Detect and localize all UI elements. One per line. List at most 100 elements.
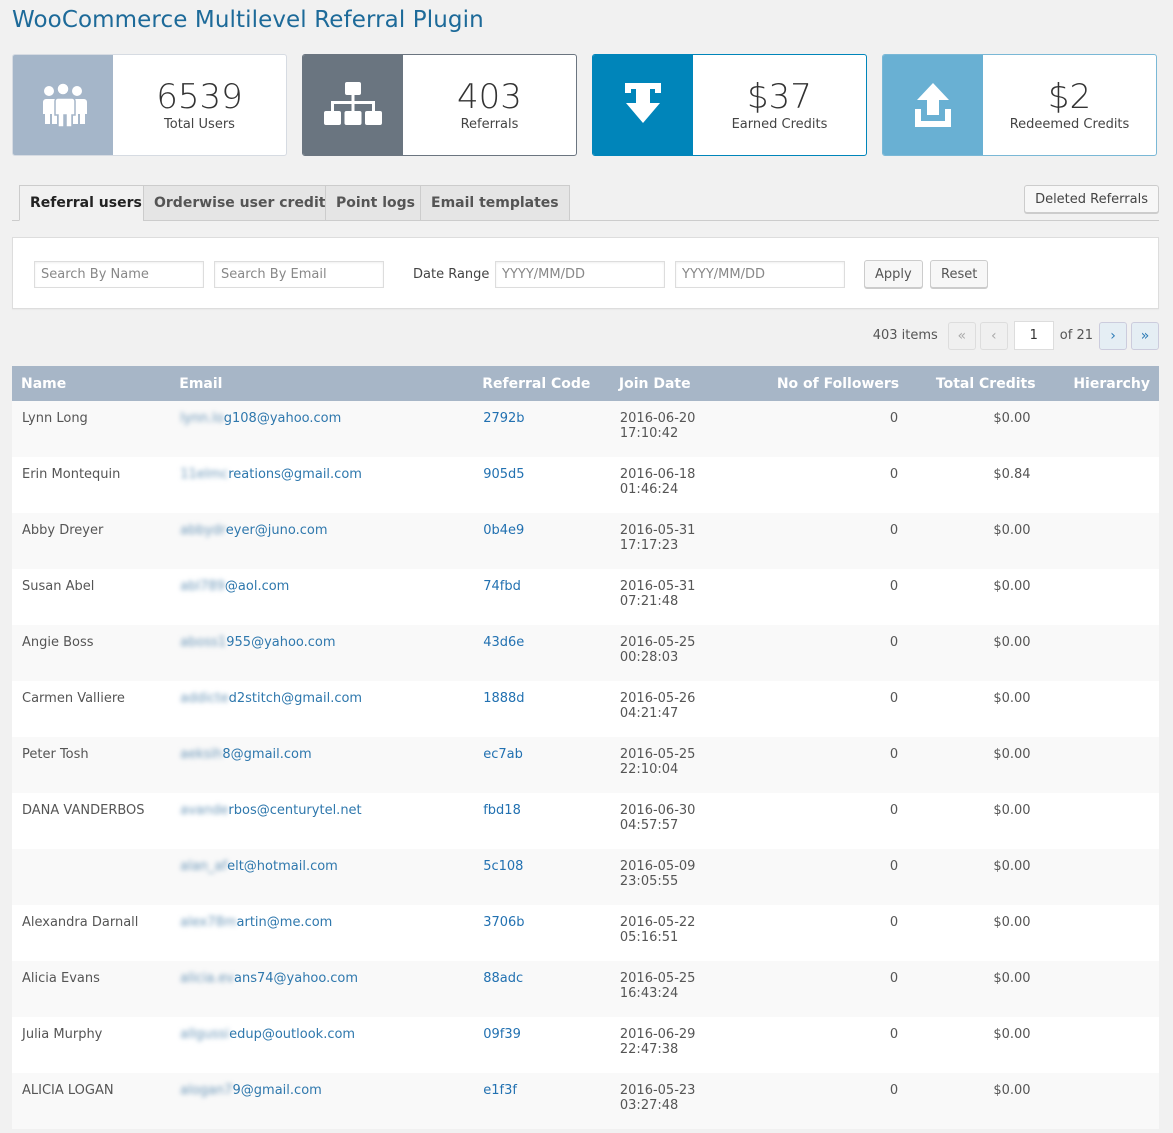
- email-link[interactable]: alan_afelt@hotmail.com: [180, 859, 338, 874]
- referral-code-link[interactable]: 88adc: [483, 971, 523, 986]
- cell-email[interactable]: alicia.evans74@yahoo.com: [170, 961, 474, 1017]
- column-header-email[interactable]: Email: [170, 366, 474, 401]
- email-link[interactable]: aeksih8@gmail.com: [180, 747, 311, 762]
- prev-page-button[interactable]: ‹: [979, 321, 1008, 350]
- cell-referral-code[interactable]: 1888d: [473, 681, 610, 737]
- cell-total-credits: $0.00: [908, 681, 1045, 737]
- cell-hierarchy: [1044, 1017, 1159, 1073]
- cell-name: DANA VANDERBOS: [12, 793, 171, 849]
- tab-referral-users[interactable]: Referral users: [19, 185, 153, 221]
- cell-referral-code[interactable]: 74fbd: [473, 569, 610, 625]
- cell-hierarchy: [1044, 961, 1159, 1017]
- column-header-referral-code[interactable]: Referral Code: [473, 366, 610, 401]
- tab-email-templates[interactable]: Email templates: [420, 185, 570, 221]
- apply-button[interactable]: Apply: [864, 260, 923, 288]
- stat-card-redeemed-credits: $2 Redeemed Credits: [882, 54, 1157, 156]
- current-page-input[interactable]: [1013, 321, 1054, 350]
- email-link[interactable]: avanderbos@centurytel.net: [180, 803, 361, 818]
- cell-email[interactable]: addicted2stitch@gmail.com: [170, 681, 474, 737]
- cell-join-date: 2016-05-22 05:16:51: [609, 905, 768, 961]
- referral-code-link[interactable]: 74fbd: [483, 579, 521, 594]
- deleted-referrals-button[interactable]: Deleted Referrals: [1024, 185, 1159, 213]
- cell-referral-code[interactable]: 5c108: [473, 849, 610, 905]
- cell-hierarchy: [1044, 513, 1159, 569]
- cell-referral-code[interactable]: 3706b: [473, 905, 610, 961]
- cell-referral-code[interactable]: 43d6e: [473, 625, 610, 681]
- referral-code-link[interactable]: 0b4e9: [483, 523, 524, 538]
- cell-email[interactable]: allgussiedup@outlook.com: [170, 1017, 474, 1073]
- date-to-input[interactable]: [675, 261, 845, 288]
- cell-email[interactable]: alogan79@gmail.com: [170, 1073, 474, 1129]
- table-row: Abby Dreyer abbydreyer@juno.com 0b4e9 2016-…: [12, 513, 1159, 569]
- cell-total-credits: $0.00: [908, 401, 1045, 457]
- email-link[interactable]: 11elmcreations@gmail.com: [180, 467, 362, 482]
- referral-code-link[interactable]: 2792b: [483, 411, 524, 426]
- email-link[interactable]: aboss1955@yahoo.com: [180, 635, 335, 650]
- cell-referral-code[interactable]: 0b4e9: [473, 513, 610, 569]
- email-link[interactable]: alicia.evans74@yahoo.com: [180, 971, 358, 986]
- cell-hierarchy: [1044, 569, 1159, 625]
- cell-join-date: 2016-05-09 23:05:55: [609, 849, 768, 905]
- next-page-button[interactable]: ›: [1099, 321, 1127, 350]
- referral-code-link[interactable]: 5c108: [483, 859, 523, 874]
- reset-button[interactable]: Reset: [930, 260, 989, 288]
- cell-join-date: 2016-06-20 17:10:42: [609, 401, 768, 457]
- cell-referral-code[interactable]: 905d5: [473, 457, 610, 513]
- email-link[interactable]: alogan79@gmail.com: [180, 1083, 322, 1098]
- cell-followers: 0: [767, 1017, 909, 1073]
- cell-hierarchy: [1044, 849, 1159, 905]
- email-link[interactable]: alex78martin@me.com: [180, 915, 332, 930]
- email-link[interactable]: addicted2stitch@gmail.com: [180, 691, 362, 706]
- referral-code-link[interactable]: 905d5: [483, 467, 524, 482]
- email-link[interactable]: abbydreyer@juno.com: [180, 523, 327, 538]
- cell-referral-code[interactable]: 09f39: [473, 1017, 610, 1073]
- cell-email[interactable]: aboss1955@yahoo.com: [170, 625, 474, 681]
- cell-email[interactable]: alan_afelt@hotmail.com: [170, 849, 474, 905]
- cell-referral-code[interactable]: 88adc: [473, 961, 610, 1017]
- last-page-button[interactable]: »: [1131, 321, 1159, 350]
- search-email-input[interactable]: [214, 261, 384, 288]
- table-row: Erin Montequin 11elmcreations@gmail.com 90…: [12, 457, 1159, 513]
- tab-point-logs[interactable]: Point logs: [325, 185, 426, 221]
- cell-email[interactable]: alex78martin@me.com: [170, 905, 474, 961]
- cell-email[interactable]: abbydreyer@juno.com: [170, 513, 474, 569]
- cell-name: Carmen Valliere: [12, 681, 171, 737]
- cell-referral-code[interactable]: fbd18: [473, 793, 610, 849]
- referral-code-link[interactable]: 09f39: [483, 1027, 521, 1042]
- first-page-button[interactable]: «: [947, 321, 976, 350]
- referral-code-link[interactable]: 1888d: [483, 691, 524, 706]
- email-link[interactable]: allgussiedup@outlook.com: [180, 1027, 355, 1042]
- cell-referral-code[interactable]: ec7ab: [473, 737, 610, 793]
- cell-email[interactable]: abl789@aol.com: [170, 569, 474, 625]
- cell-email[interactable]: lynn.log108@yahoo.com: [170, 401, 474, 457]
- cell-referral-code[interactable]: 2792b: [473, 401, 610, 457]
- column-header-name[interactable]: Name: [12, 366, 171, 401]
- tab-orderwise-user-credits[interactable]: Orderwise user credits: [143, 185, 345, 221]
- cell-total-credits: $0.00: [908, 513, 1045, 569]
- cell-email[interactable]: avanderbos@centurytel.net: [170, 793, 474, 849]
- email-link[interactable]: abl789@aol.com: [180, 579, 289, 594]
- cell-name: Abby Dreyer: [12, 513, 171, 569]
- email-visible-part: @aol.com: [224, 579, 290, 594]
- cell-name: [12, 849, 171, 905]
- column-header-followers[interactable]: No of Followers: [767, 366, 909, 401]
- referral-code-link[interactable]: fbd18: [483, 803, 521, 818]
- cell-email[interactable]: 11elmcreations@gmail.com: [170, 457, 474, 513]
- email-link[interactable]: lynn.log108@yahoo.com: [180, 411, 341, 426]
- cell-join-date: 2016-05-23 03:27:48: [609, 1073, 768, 1129]
- date-from-input[interactable]: [495, 261, 665, 288]
- cell-email[interactable]: aeksih8@gmail.com: [170, 737, 474, 793]
- column-header-total-credits[interactable]: Total Credits: [908, 366, 1045, 401]
- referral-code-link[interactable]: 3706b: [483, 915, 524, 930]
- cell-total-credits: $0.00: [908, 1073, 1045, 1129]
- search-name-input[interactable]: [34, 261, 204, 288]
- cell-referral-code[interactable]: e1f3f: [473, 1073, 610, 1129]
- column-header-join-date[interactable]: Join Date: [609, 366, 768, 401]
- referral-code-link[interactable]: e1f3f: [483, 1083, 517, 1098]
- referral-code-link[interactable]: 43d6e: [483, 635, 524, 650]
- referral-code-link[interactable]: ec7ab: [483, 747, 523, 762]
- cell-name: Angie Boss: [12, 625, 171, 681]
- table-row: Julia Murphy allgussiedup@outlook.com 09f3…: [12, 1017, 1159, 1073]
- table-row: Carmen Valliere addicted2stitch@gmail.com…: [12, 681, 1159, 737]
- cell-name: Julia Murphy: [12, 1017, 171, 1073]
